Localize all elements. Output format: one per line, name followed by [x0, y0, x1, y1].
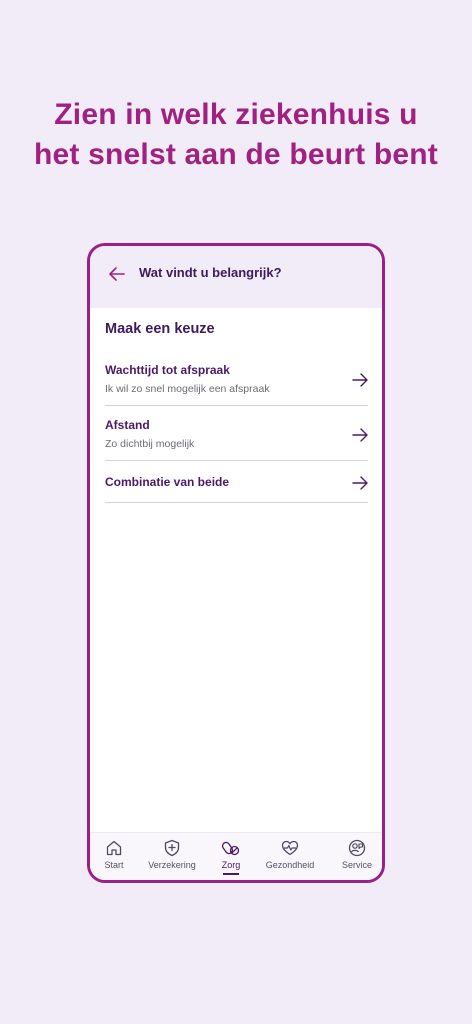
arrow-right-icon — [352, 428, 368, 442]
arrow-left-icon[interactable] — [108, 265, 126, 283]
choice-subtitle: Zo dichtbij mogelijk — [105, 438, 195, 450]
nav-item-gezondheid[interactable]: Gezondheid — [260, 839, 320, 870]
promo-title-line-2: het snelst aan de beurt bent — [33, 138, 438, 171]
nav-item-service[interactable]: Service — [327, 839, 382, 870]
support-icon — [348, 839, 366, 857]
arrow-right-icon — [352, 373, 368, 387]
choice-title: Combinatie van beide — [105, 475, 230, 489]
nav-label: Service — [341, 860, 372, 870]
nav-item-verzekering[interactable]: Verzekering — [142, 839, 202, 870]
heart-pulse-icon — [281, 840, 299, 856]
nav-item-zorg[interactable]: Zorg — [201, 839, 261, 875]
promo-title: Zien in welk ziekenhuis u het snelst aan… — [0, 95, 472, 175]
choice-title: Afstand — [105, 418, 150, 432]
home-icon — [106, 840, 122, 856]
pills-icon — [222, 841, 240, 856]
active-tab-indicator — [223, 873, 239, 875]
choice-title: Wachttijd tot afspraak — [105, 363, 230, 377]
promo-title-line-1: Zien in welk ziekenhuis u — [54, 98, 418, 131]
nav-label: Zorg — [221, 860, 241, 870]
nav-label: Start — [104, 860, 124, 870]
arrow-right-icon — [352, 476, 368, 490]
section-title: Maak een keuze — [105, 321, 215, 337]
choice-combinatie[interactable]: Combinatie van beide — [105, 470, 368, 503]
app-header: Wat vindt u belangrijk? — [90, 246, 382, 308]
choice-subtitle: Ik wil zo snel mogelijk een afspraak — [105, 383, 270, 395]
bottom-navigation: Start Verzekering Zorg Gezondheid Servic… — [90, 832, 382, 880]
nav-label: Gezondheid — [265, 860, 315, 870]
choice-wachttijd[interactable]: Wachttijd tot afspraak Ik wil zo snel mo… — [105, 360, 368, 406]
shield-plus-icon — [164, 839, 180, 857]
phone-frame: Wat vindt u belangrijk? Maak een keuze W… — [87, 243, 385, 883]
choice-afstand[interactable]: Afstand Zo dichtbij mogelijk — [105, 415, 368, 461]
page-title: Wat vindt u belangrijk? — [139, 265, 282, 280]
nav-item-start[interactable]: Start — [90, 839, 144, 870]
nav-label: Verzekering — [148, 860, 196, 870]
